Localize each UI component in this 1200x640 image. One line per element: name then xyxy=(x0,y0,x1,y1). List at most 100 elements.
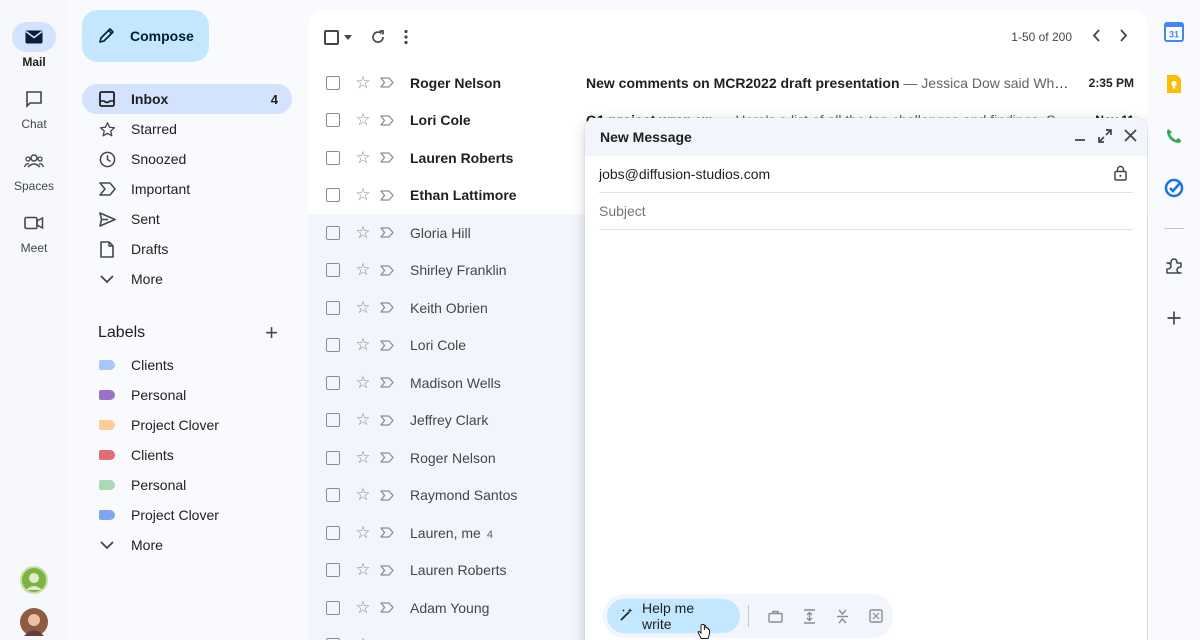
important-marker-icon[interactable] xyxy=(380,565,396,576)
row-checkbox[interactable] xyxy=(326,113,340,128)
message-body[interactable] xyxy=(599,236,1133,596)
user-avatar[interactable] xyxy=(20,608,48,636)
labels-more[interactable]: More xyxy=(82,530,292,560)
nav-item-more[interactable]: More xyxy=(82,264,292,294)
star-icon[interactable]: ☆ xyxy=(354,298,372,318)
important-marker-icon[interactable] xyxy=(380,190,396,201)
calendar-icon[interactable]: 31 xyxy=(1162,20,1186,44)
important-marker-icon[interactable] xyxy=(380,302,396,313)
compose-button[interactable]: Compose xyxy=(82,10,209,62)
formalize-icon[interactable] xyxy=(859,609,893,623)
important-marker-icon[interactable] xyxy=(380,527,396,538)
select-all-checkbox[interactable] xyxy=(324,29,352,45)
row-checkbox[interactable] xyxy=(326,150,340,165)
star-icon[interactable]: ☆ xyxy=(354,260,372,280)
star-icon[interactable]: ☆ xyxy=(354,485,372,505)
label-tag-icon xyxy=(98,476,116,494)
row-checkbox[interactable] xyxy=(326,525,340,540)
nav-item-inbox[interactable]: Inbox 4 xyxy=(82,84,292,114)
star-icon[interactable]: ☆ xyxy=(354,560,372,580)
label-name: Personal xyxy=(131,477,187,493)
row-checkbox[interactable] xyxy=(326,488,340,503)
row-checkbox[interactable] xyxy=(326,413,340,428)
nav-item-drafts[interactable]: Drafts xyxy=(82,234,292,264)
to-field[interactable] xyxy=(599,166,1114,182)
help-me-write-button[interactable]: Help me write xyxy=(607,599,740,633)
account-avatar[interactable] xyxy=(20,566,48,594)
contacts-icon[interactable] xyxy=(1162,124,1186,148)
label-item[interactable]: Personal xyxy=(82,380,292,410)
nav-item-snoozed[interactable]: Snoozed xyxy=(82,144,292,174)
star-icon[interactable]: ☆ xyxy=(354,73,372,93)
important-marker-icon[interactable] xyxy=(380,265,396,276)
mail-icon xyxy=(12,22,56,52)
important-marker-icon[interactable] xyxy=(380,115,396,126)
rail-item-chat[interactable]: Chat xyxy=(0,84,68,131)
next-page-icon[interactable] xyxy=(1120,29,1128,45)
important-marker-icon[interactable] xyxy=(380,415,396,426)
expand-icon[interactable] xyxy=(1098,128,1112,146)
row-checkbox[interactable] xyxy=(326,75,340,90)
subject-field[interactable] xyxy=(599,203,1133,219)
label-item[interactable]: Project Clover xyxy=(82,500,292,530)
label-item[interactable]: Clients xyxy=(82,350,292,380)
row-checkbox[interactable] xyxy=(326,600,340,615)
star-icon[interactable]: ☆ xyxy=(354,373,372,393)
addons-icon[interactable] xyxy=(1162,254,1186,278)
label-item[interactable]: Personal xyxy=(82,470,292,500)
star-icon[interactable]: ☆ xyxy=(354,223,372,243)
star-icon[interactable]: ☆ xyxy=(354,635,372,640)
row-checkbox[interactable] xyxy=(326,263,340,278)
lock-icon[interactable] xyxy=(1114,165,1127,184)
star-icon[interactable]: ☆ xyxy=(354,523,372,543)
meet-icon xyxy=(12,208,56,238)
important-marker-icon[interactable] xyxy=(380,602,396,613)
more-options-button[interactable] xyxy=(404,29,408,45)
star-icon[interactable]: ☆ xyxy=(354,335,372,355)
important-marker-icon[interactable] xyxy=(380,340,396,351)
minimize-icon[interactable] xyxy=(1074,129,1086,145)
important-marker-icon[interactable] xyxy=(380,490,396,501)
star-icon[interactable]: ☆ xyxy=(354,110,372,130)
chevron-down-icon xyxy=(98,270,116,288)
add-icon[interactable] xyxy=(1162,306,1186,330)
star-icon[interactable]: ☆ xyxy=(354,448,372,468)
row-checkbox[interactable] xyxy=(326,225,340,240)
star-icon[interactable]: ☆ xyxy=(354,410,372,430)
elaborate-icon[interactable] xyxy=(792,608,826,624)
row-checkbox[interactable] xyxy=(326,300,340,315)
important-marker-icon[interactable] xyxy=(380,152,396,163)
briefcase-icon[interactable] xyxy=(759,610,793,623)
row-checkbox[interactable] xyxy=(326,188,340,203)
important-marker-icon[interactable] xyxy=(380,377,396,388)
keep-icon[interactable] xyxy=(1162,72,1186,96)
refresh-button[interactable] xyxy=(370,29,386,45)
row-checkbox[interactable] xyxy=(326,450,340,465)
nav-item-starred[interactable]: Starred xyxy=(82,114,292,144)
close-icon[interactable] xyxy=(1124,129,1137,145)
rail-item-meet[interactable]: Meet xyxy=(0,208,68,255)
prev-page-icon[interactable] xyxy=(1092,29,1100,45)
row-checkbox[interactable] xyxy=(326,338,340,353)
more-vert-icon xyxy=(404,29,408,45)
label-name: Project Clover xyxy=(131,507,219,523)
label-item[interactable]: Project Clover xyxy=(82,410,292,440)
tasks-icon[interactable] xyxy=(1162,176,1186,200)
nav-item-sent[interactable]: Sent xyxy=(82,204,292,234)
important-marker-icon[interactable] xyxy=(380,227,396,238)
star-icon[interactable]: ☆ xyxy=(354,148,372,168)
rail-item-spaces[interactable]: Spaces xyxy=(0,146,68,193)
nav-item-important[interactable]: Important xyxy=(82,174,292,204)
row-checkbox[interactable] xyxy=(326,563,340,578)
important-marker-icon[interactable] xyxy=(380,452,396,463)
add-label-icon[interactable]: + xyxy=(265,320,278,346)
rail-item-mail[interactable]: Mail xyxy=(0,22,68,69)
label-item[interactable]: Clients xyxy=(82,440,292,470)
row-checkbox[interactable] xyxy=(326,375,340,390)
important-marker-icon[interactable] xyxy=(380,77,396,88)
compose-header[interactable]: New Message xyxy=(585,118,1147,156)
shorten-icon[interactable] xyxy=(826,609,860,624)
star-icon[interactable]: ☆ xyxy=(354,185,372,205)
star-icon[interactable]: ☆ xyxy=(354,598,372,618)
email-row[interactable]: ☆ Roger Nelson New comments on MCR2022 dra… xyxy=(308,64,1148,102)
